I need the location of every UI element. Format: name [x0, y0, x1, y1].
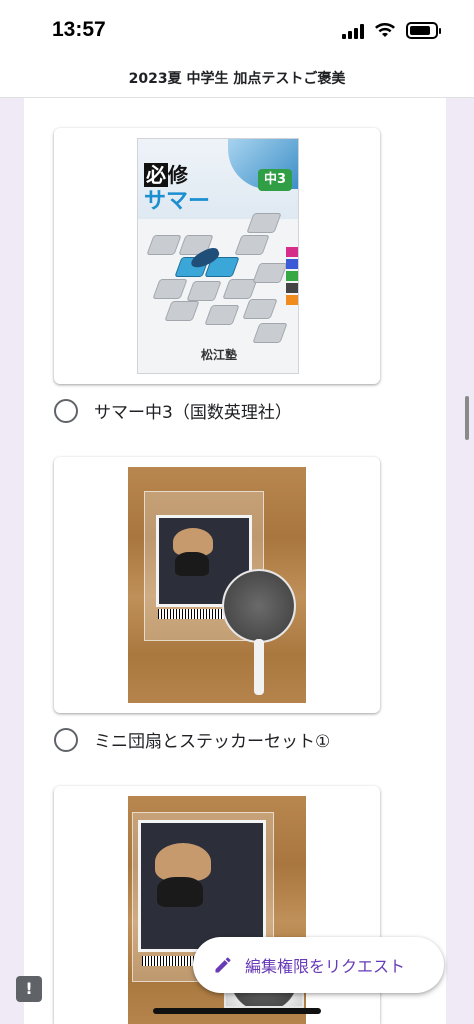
- radio-button[interactable]: [54, 398, 78, 423]
- book-series-title: サマー: [144, 189, 211, 214]
- form-card: 必修 サマー 中3 松江塾 サマー中3（国数英理社） ミニ団扇とステッカーセット…: [24, 98, 446, 1024]
- option-label: サマー中3（国数英理社）: [94, 403, 292, 423]
- status-time: 13:57: [52, 18, 106, 41]
- request-edit-access-label: 編集権限をリクエスト: [245, 957, 406, 976]
- summer-workbook-image: 必修 サマー 中3 松江塾: [137, 138, 299, 374]
- request-edit-access-button[interactable]: 編集権限をリクエスト: [193, 937, 444, 993]
- home-indicator: [153, 1008, 321, 1014]
- book-publisher: 松江塾: [200, 348, 237, 362]
- option-image-frame: 必修 サマー 中3 松江塾: [54, 128, 380, 384]
- radio-button[interactable]: [54, 727, 78, 752]
- radio-option-summer-book[interactable]: サマー中3（国数英理社）: [54, 398, 292, 423]
- option-label: ミニ団扇とステッカーセット①: [94, 732, 331, 752]
- subject-tabs: [286, 247, 298, 307]
- wifi-icon: [375, 22, 395, 37]
- fan-sticker-photo: [128, 467, 306, 703]
- battery-icon: [406, 22, 441, 39]
- option-image-frame: [54, 457, 380, 713]
- status-icons: [342, 22, 441, 39]
- status-bar: 13:57: [0, 0, 474, 60]
- pencil-icon: [215, 957, 231, 973]
- radio-option-mini-fan-set-1[interactable]: ミニ団扇とステッカーセット①: [54, 727, 330, 752]
- page-title: 2023夏 中学生 加点テストご褒美: [128, 71, 346, 87]
- scrollbar[interactable]: [465, 396, 469, 440]
- book-grade-badge: 中3: [258, 169, 292, 191]
- feedback-icon[interactable]: !: [16, 976, 42, 1002]
- cellular-signal-icon: [342, 23, 364, 39]
- title-bar: 2023夏 中学生 加点テストご褒美: [0, 60, 474, 98]
